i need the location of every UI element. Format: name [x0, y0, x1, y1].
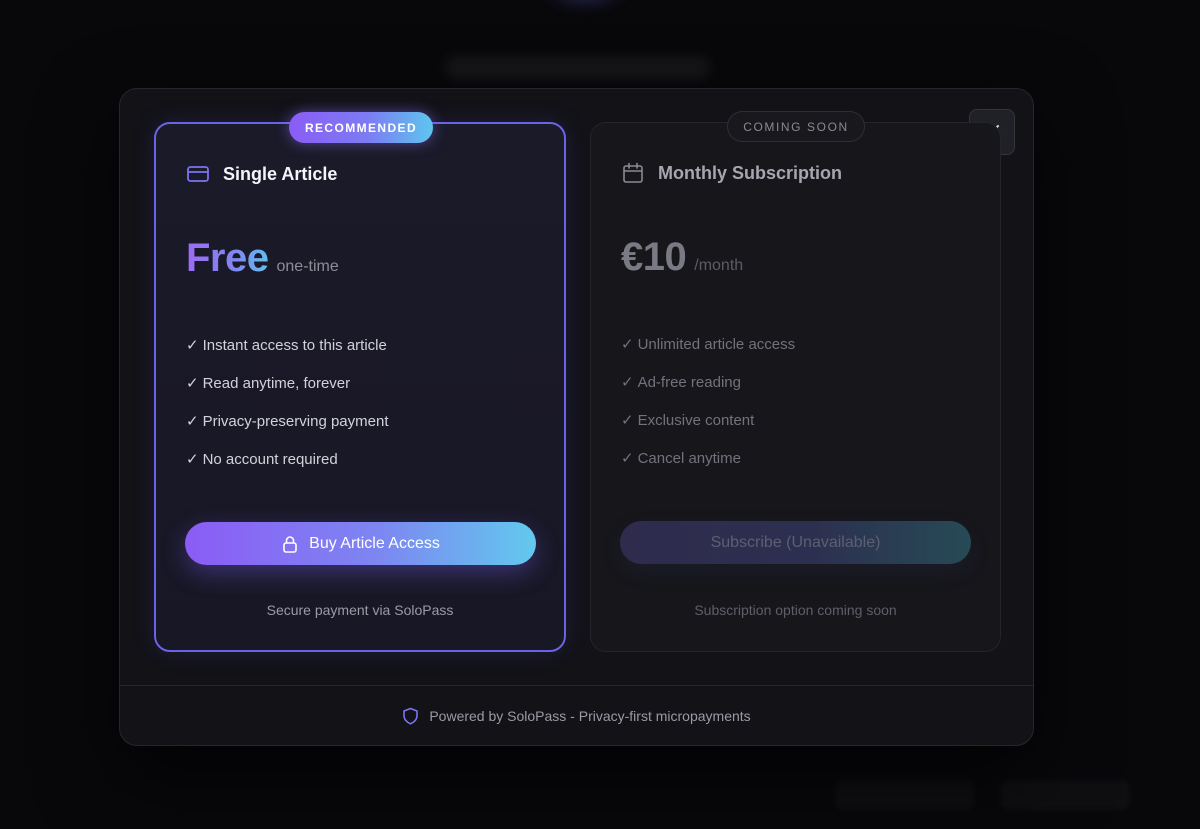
footer-divider	[120, 685, 1033, 686]
feature-item: ✓ No account required	[186, 450, 388, 488]
plan-price-row: Free one-time	[186, 236, 339, 281]
check-icon: ✓	[186, 375, 199, 392]
background-blurred-button	[835, 780, 975, 810]
check-icon: ✓	[621, 412, 634, 429]
background-glow	[540, 0, 630, 10]
plan-card-monthly-subscription: COMING SOON Monthly Subscription €10 /mo…	[590, 111, 1001, 652]
modal-footer: Powered by SoloPass - Privacy-first micr…	[120, 707, 1033, 725]
calendar-icon	[621, 161, 645, 185]
feature-item: ✓ Instant access to this article	[186, 336, 388, 374]
pricing-modal: RECOMMENDED Single Article Free one-time…	[119, 88, 1034, 746]
lock-icon	[281, 535, 299, 553]
plan-price-unit: /month	[694, 257, 744, 274]
coming-soon-badge: COMING SOON	[727, 111, 865, 142]
plan-title: Single Article	[223, 163, 338, 184]
subscribe-button-label: Subscribe (Unavailable)	[710, 533, 881, 551]
feature-item: ✓ Ad-free reading	[621, 373, 795, 411]
plan-card-single-article[interactable]: RECOMMENDED Single Article Free one-time…	[154, 112, 566, 652]
check-icon: ✓	[186, 451, 199, 468]
background-blurred-heading	[445, 56, 710, 80]
plan-footnote: Secure payment via SoloPass	[266, 602, 454, 618]
background-blurred-button	[1000, 780, 1130, 810]
feature-item: ✓ Read anytime, forever	[186, 374, 388, 412]
check-icon: ✓	[621, 374, 634, 391]
subscribe-button-disabled: Subscribe (Unavailable)	[620, 521, 971, 564]
feature-item: ✓ Privacy-preserving payment	[186, 412, 388, 450]
buy-button-label: Buy Article Access	[309, 534, 440, 552]
check-icon: ✓	[186, 413, 199, 430]
shield-icon	[402, 707, 419, 725]
check-icon: ✓	[186, 337, 199, 354]
plan-price-unit: one-time	[276, 258, 339, 275]
feature-item: ✓ Cancel anytime	[621, 449, 795, 487]
check-icon: ✓	[621, 450, 634, 467]
credit-card-icon	[186, 162, 210, 186]
footer-text: Powered by SoloPass - Privacy-first micr…	[429, 708, 751, 724]
plan-header: Single Article	[186, 162, 337, 186]
feature-list: ✓ Instant access to this article ✓ Read an…	[186, 336, 388, 488]
plan-footnote: Subscription option coming soon	[694, 602, 897, 618]
feature-list: ✓ Unlimited article access ✓ Ad-free readi…	[621, 335, 795, 487]
feature-item: ✓ Unlimited article access	[621, 335, 795, 373]
buy-article-access-button[interactable]: Buy Article Access	[185, 522, 536, 565]
recommended-badge: RECOMMENDED	[289, 112, 433, 143]
plan-header: Monthly Subscription	[621, 161, 842, 185]
feature-item: ✓ Exclusive content	[621, 411, 795, 449]
plan-price-row: €10 /month	[621, 235, 743, 280]
check-icon: ✓	[621, 336, 634, 353]
plan-price: Free	[186, 236, 269, 280]
plan-price: €10	[621, 235, 687, 279]
plan-title: Monthly Subscription	[658, 162, 842, 183]
